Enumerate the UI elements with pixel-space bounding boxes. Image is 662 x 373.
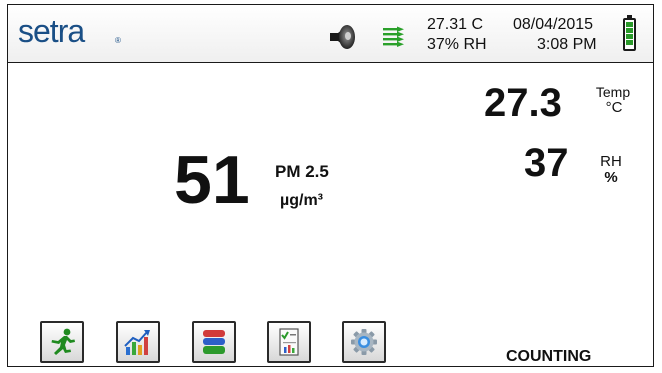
pm-unit: µg/m³ — [280, 192, 323, 209]
run-icon — [51, 328, 75, 355]
temp-label: Temp — [595, 84, 631, 100]
setra-logo: setra — [18, 13, 85, 49]
temp-unit: °C — [605, 99, 623, 116]
header-date: 08/04/2015 — [513, 16, 594, 33]
database-button[interactable] — [192, 321, 236, 363]
report-button[interactable] — [267, 321, 311, 363]
speaker-icon[interactable] — [326, 22, 360, 52]
report-icon — [279, 328, 299, 356]
header-temperature: 27.31 C — [427, 16, 484, 33]
database-icon — [203, 330, 225, 354]
header-time: 3:08 PM — [537, 36, 597, 53]
header-humidity: 37% RH — [427, 36, 487, 53]
chart-icon — [124, 330, 150, 355]
instrument-screen: setra ® 27.31 C 37% RH 08/04/2015 3:08 P… — [7, 4, 654, 367]
battery-icon — [623, 15, 636, 51]
status-text: COUNTING — [506, 348, 592, 365]
pm-label: PM 2.5 — [275, 162, 329, 181]
rh-value: 37 — [524, 141, 569, 185]
settings-button[interactable] — [342, 321, 386, 363]
run-button[interactable] — [40, 321, 84, 363]
chart-button[interactable] — [116, 321, 160, 363]
rh-label: RH — [600, 153, 622, 170]
logo-registered-mark: ® — [115, 36, 121, 45]
rh-unit: % — [604, 169, 618, 186]
pm-value: 51 — [174, 142, 250, 218]
temp-value: 27.3 — [484, 81, 562, 125]
connection-arrows-icon — [383, 26, 404, 47]
status-bar: setra ® 27.31 C 37% RH 08/04/2015 3:08 P… — [8, 5, 653, 63]
settings-icon — [351, 329, 377, 355]
